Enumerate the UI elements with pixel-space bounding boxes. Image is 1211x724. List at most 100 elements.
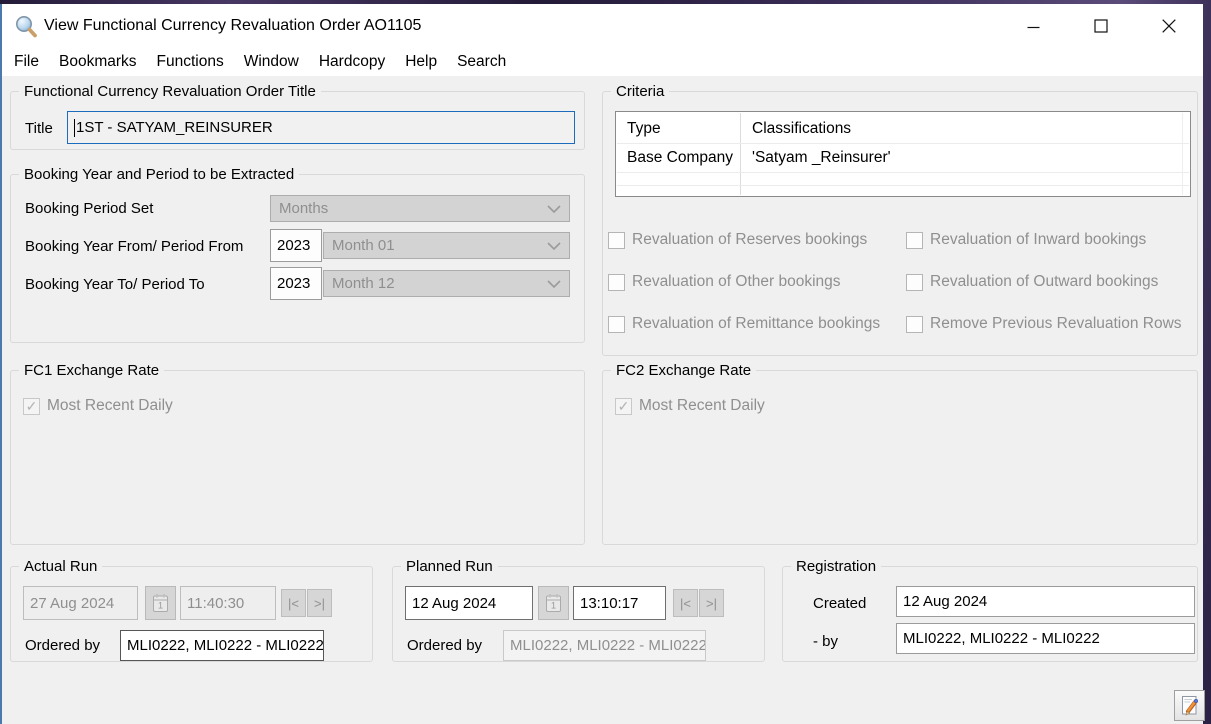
- checkbox-box[interactable]: [906, 316, 923, 333]
- group-registration-label: Registration: [791, 557, 881, 576]
- checkbox-box[interactable]: [906, 274, 923, 291]
- registration-created-label: Created: [813, 595, 866, 613]
- actual-run-ordered-by-label: Ordered by: [25, 637, 100, 655]
- menu-item-window[interactable]: Window: [234, 48, 309, 76]
- menu-item-help[interactable]: Help: [395, 48, 447, 76]
- group-planned-run: Planned Run 12 Aug 2024 1 13:10:17 |< >|…: [392, 566, 765, 662]
- planned-run-first-button[interactable]: |<: [673, 589, 698, 617]
- checkbox-fc1-most-recent-daily[interactable]: ✓ Most Recent Daily: [23, 397, 173, 415]
- actual-run-first-button[interactable]: |<: [281, 589, 306, 617]
- group-fc1-exchange-rate: FC1 Exchange Rate ✓ Most Recent Daily: [10, 370, 585, 545]
- planned-run-date-field[interactable]: 12 Aug 2024: [405, 586, 533, 620]
- calendar-icon: 1: [152, 593, 169, 613]
- group-fc1-label: FC1 Exchange Rate: [19, 361, 164, 380]
- checkbox-revaluation-remittance[interactable]: Revaluation of Remittance bookings: [608, 315, 880, 333]
- booking-period-from-dropdown[interactable]: Month 01: [323, 232, 570, 259]
- registration-created-field[interactable]: 12 Aug 2024: [896, 586, 1195, 617]
- booking-year-from-input[interactable]: 2023: [270, 229, 322, 262]
- svg-text:1: 1: [551, 601, 556, 612]
- planned-run-time-field[interactable]: 13:10:17: [573, 586, 666, 620]
- edit-note-icon: [1179, 695, 1200, 717]
- checkbox-revaluation-other[interactable]: Revaluation of Other bookings: [608, 273, 841, 291]
- window-controls: [999, 4, 1203, 48]
- registration-by-field[interactable]: MLI0222, MLI0222 - MLI0222: [896, 623, 1195, 654]
- menu-item-bookmarks[interactable]: Bookmarks: [49, 48, 147, 76]
- actual-run-time-field[interactable]: 11:40:30: [180, 586, 276, 620]
- checkbox-remove-previous-rows[interactable]: Remove Previous Revaluation Rows: [906, 315, 1182, 333]
- menu-item-search[interactable]: Search: [447, 48, 516, 76]
- booking-period-to-dropdown[interactable]: Month 12: [323, 270, 570, 297]
- registration-by-label: - by: [813, 633, 838, 651]
- criteria-row-classification[interactable]: 'Satyam _Reinsurer': [752, 149, 891, 167]
- calendar-icon: 1: [545, 593, 562, 613]
- checkmark-icon: ✓: [618, 399, 630, 413]
- checkbox-revaluation-outward[interactable]: Revaluation of Outward bookings: [906, 273, 1158, 291]
- group-criteria-label: Criteria: [611, 82, 669, 101]
- menu-item-hardcopy[interactable]: Hardcopy: [309, 48, 395, 76]
- actual-run-calendar-button[interactable]: 1: [145, 586, 176, 620]
- row-divider: [617, 185, 1189, 186]
- chevron-down-icon: [547, 241, 561, 250]
- titlebar: View Functional Currency Revaluation Ord…: [2, 4, 1203, 48]
- checkbox-box[interactable]: ✓: [615, 398, 632, 415]
- booking-period-set-label: Booking Period Set: [25, 200, 153, 218]
- text-caret: [74, 119, 75, 137]
- checkbox-box[interactable]: ✓: [23, 398, 40, 415]
- group-planned-run-label: Planned Run: [401, 557, 498, 576]
- maximize-button[interactable]: [1067, 4, 1135, 48]
- booking-period-to-value: Month 12: [332, 275, 395, 292]
- criteria-col-type: Type: [627, 120, 661, 138]
- checkbox-revaluation-inward[interactable]: Revaluation of Inward bookings: [906, 231, 1146, 249]
- booking-period-from-value: Month 01: [332, 237, 395, 254]
- checkbox-box[interactable]: [608, 232, 625, 249]
- group-order-title: Functional Currency Revaluation Order Ti…: [10, 91, 585, 150]
- checkbox-revaluation-reserves[interactable]: Revaluation of Reserves bookings: [608, 231, 867, 249]
- actual-run-last-button[interactable]: >|: [307, 589, 332, 617]
- magnifier-icon: [14, 14, 38, 43]
- menu-item-file[interactable]: File: [4, 48, 49, 76]
- chevron-down-icon: [547, 279, 561, 288]
- booking-year-to-input[interactable]: 2023: [270, 267, 322, 300]
- planned-run-last-button[interactable]: >|: [699, 589, 724, 617]
- row-divider: [617, 172, 1189, 173]
- booking-to-label: Booking Year To/ Period To: [25, 276, 205, 294]
- menu-item-functions[interactable]: Functions: [147, 48, 234, 76]
- close-icon: [1162, 19, 1176, 33]
- actual-run-date-field[interactable]: 27 Aug 2024: [23, 586, 138, 620]
- edit-note-button[interactable]: [1174, 690, 1205, 721]
- group-order-title-label: Functional Currency Revaluation Order Ti…: [19, 82, 321, 101]
- minimize-button[interactable]: [999, 4, 1067, 48]
- checkbox-fc2-most-recent-daily[interactable]: ✓ Most Recent Daily: [615, 397, 765, 415]
- svg-text:1: 1: [158, 601, 163, 612]
- group-fc2-label: FC2 Exchange Rate: [611, 361, 756, 380]
- column-divider-right: [1182, 113, 1183, 195]
- criteria-col-classifications: Classifications: [752, 120, 851, 138]
- close-button[interactable]: [1135, 4, 1203, 48]
- title-input[interactable]: 1ST - SATYAM_REINSURER: [67, 111, 575, 144]
- menubar: File Bookmarks Functions Window Hardcopy…: [2, 48, 1203, 76]
- planned-run-ordered-by-field[interactable]: MLI0222, MLI0222 - MLI0222: [503, 630, 706, 661]
- window-title: View Functional Currency Revaluation Ord…: [44, 17, 421, 35]
- row-divider: [617, 143, 1189, 144]
- booking-from-label: Booking Year From/ Period From: [25, 238, 243, 256]
- column-divider: [740, 113, 741, 195]
- planned-run-ordered-by-label: Ordered by: [407, 637, 482, 655]
- group-actual-run: Actual Run 27 Aug 2024 1 11:40:30 |< >| …: [10, 566, 373, 662]
- actual-run-ordered-by-field[interactable]: MLI0222, MLI0222 - MLI0222: [120, 630, 324, 661]
- title-input-value: 1ST - SATYAM_REINSURER: [76, 119, 273, 136]
- group-criteria: Criteria Type Classifications Base Compa…: [602, 91, 1198, 356]
- group-actual-run-label: Actual Run: [19, 557, 102, 576]
- checkbox-box[interactable]: [608, 316, 625, 333]
- booking-period-set-value: Months: [279, 200, 328, 217]
- title-field-label: Title: [25, 120, 53, 138]
- criteria-row-type[interactable]: Base Company: [627, 149, 733, 167]
- booking-period-set-dropdown[interactable]: Months: [270, 195, 570, 222]
- group-registration: Registration Created 12 Aug 2024 - by ML…: [782, 566, 1198, 662]
- checkbox-box[interactable]: [906, 232, 923, 249]
- chevron-down-icon: [547, 204, 561, 213]
- checkbox-box[interactable]: [608, 274, 625, 291]
- planned-run-calendar-button[interactable]: 1: [538, 586, 569, 620]
- maximize-icon: [1094, 19, 1108, 33]
- app-window: View Functional Currency Revaluation Ord…: [0, 4, 1203, 724]
- group-booking-period: Booking Year and Period to be Extracted …: [10, 174, 585, 343]
